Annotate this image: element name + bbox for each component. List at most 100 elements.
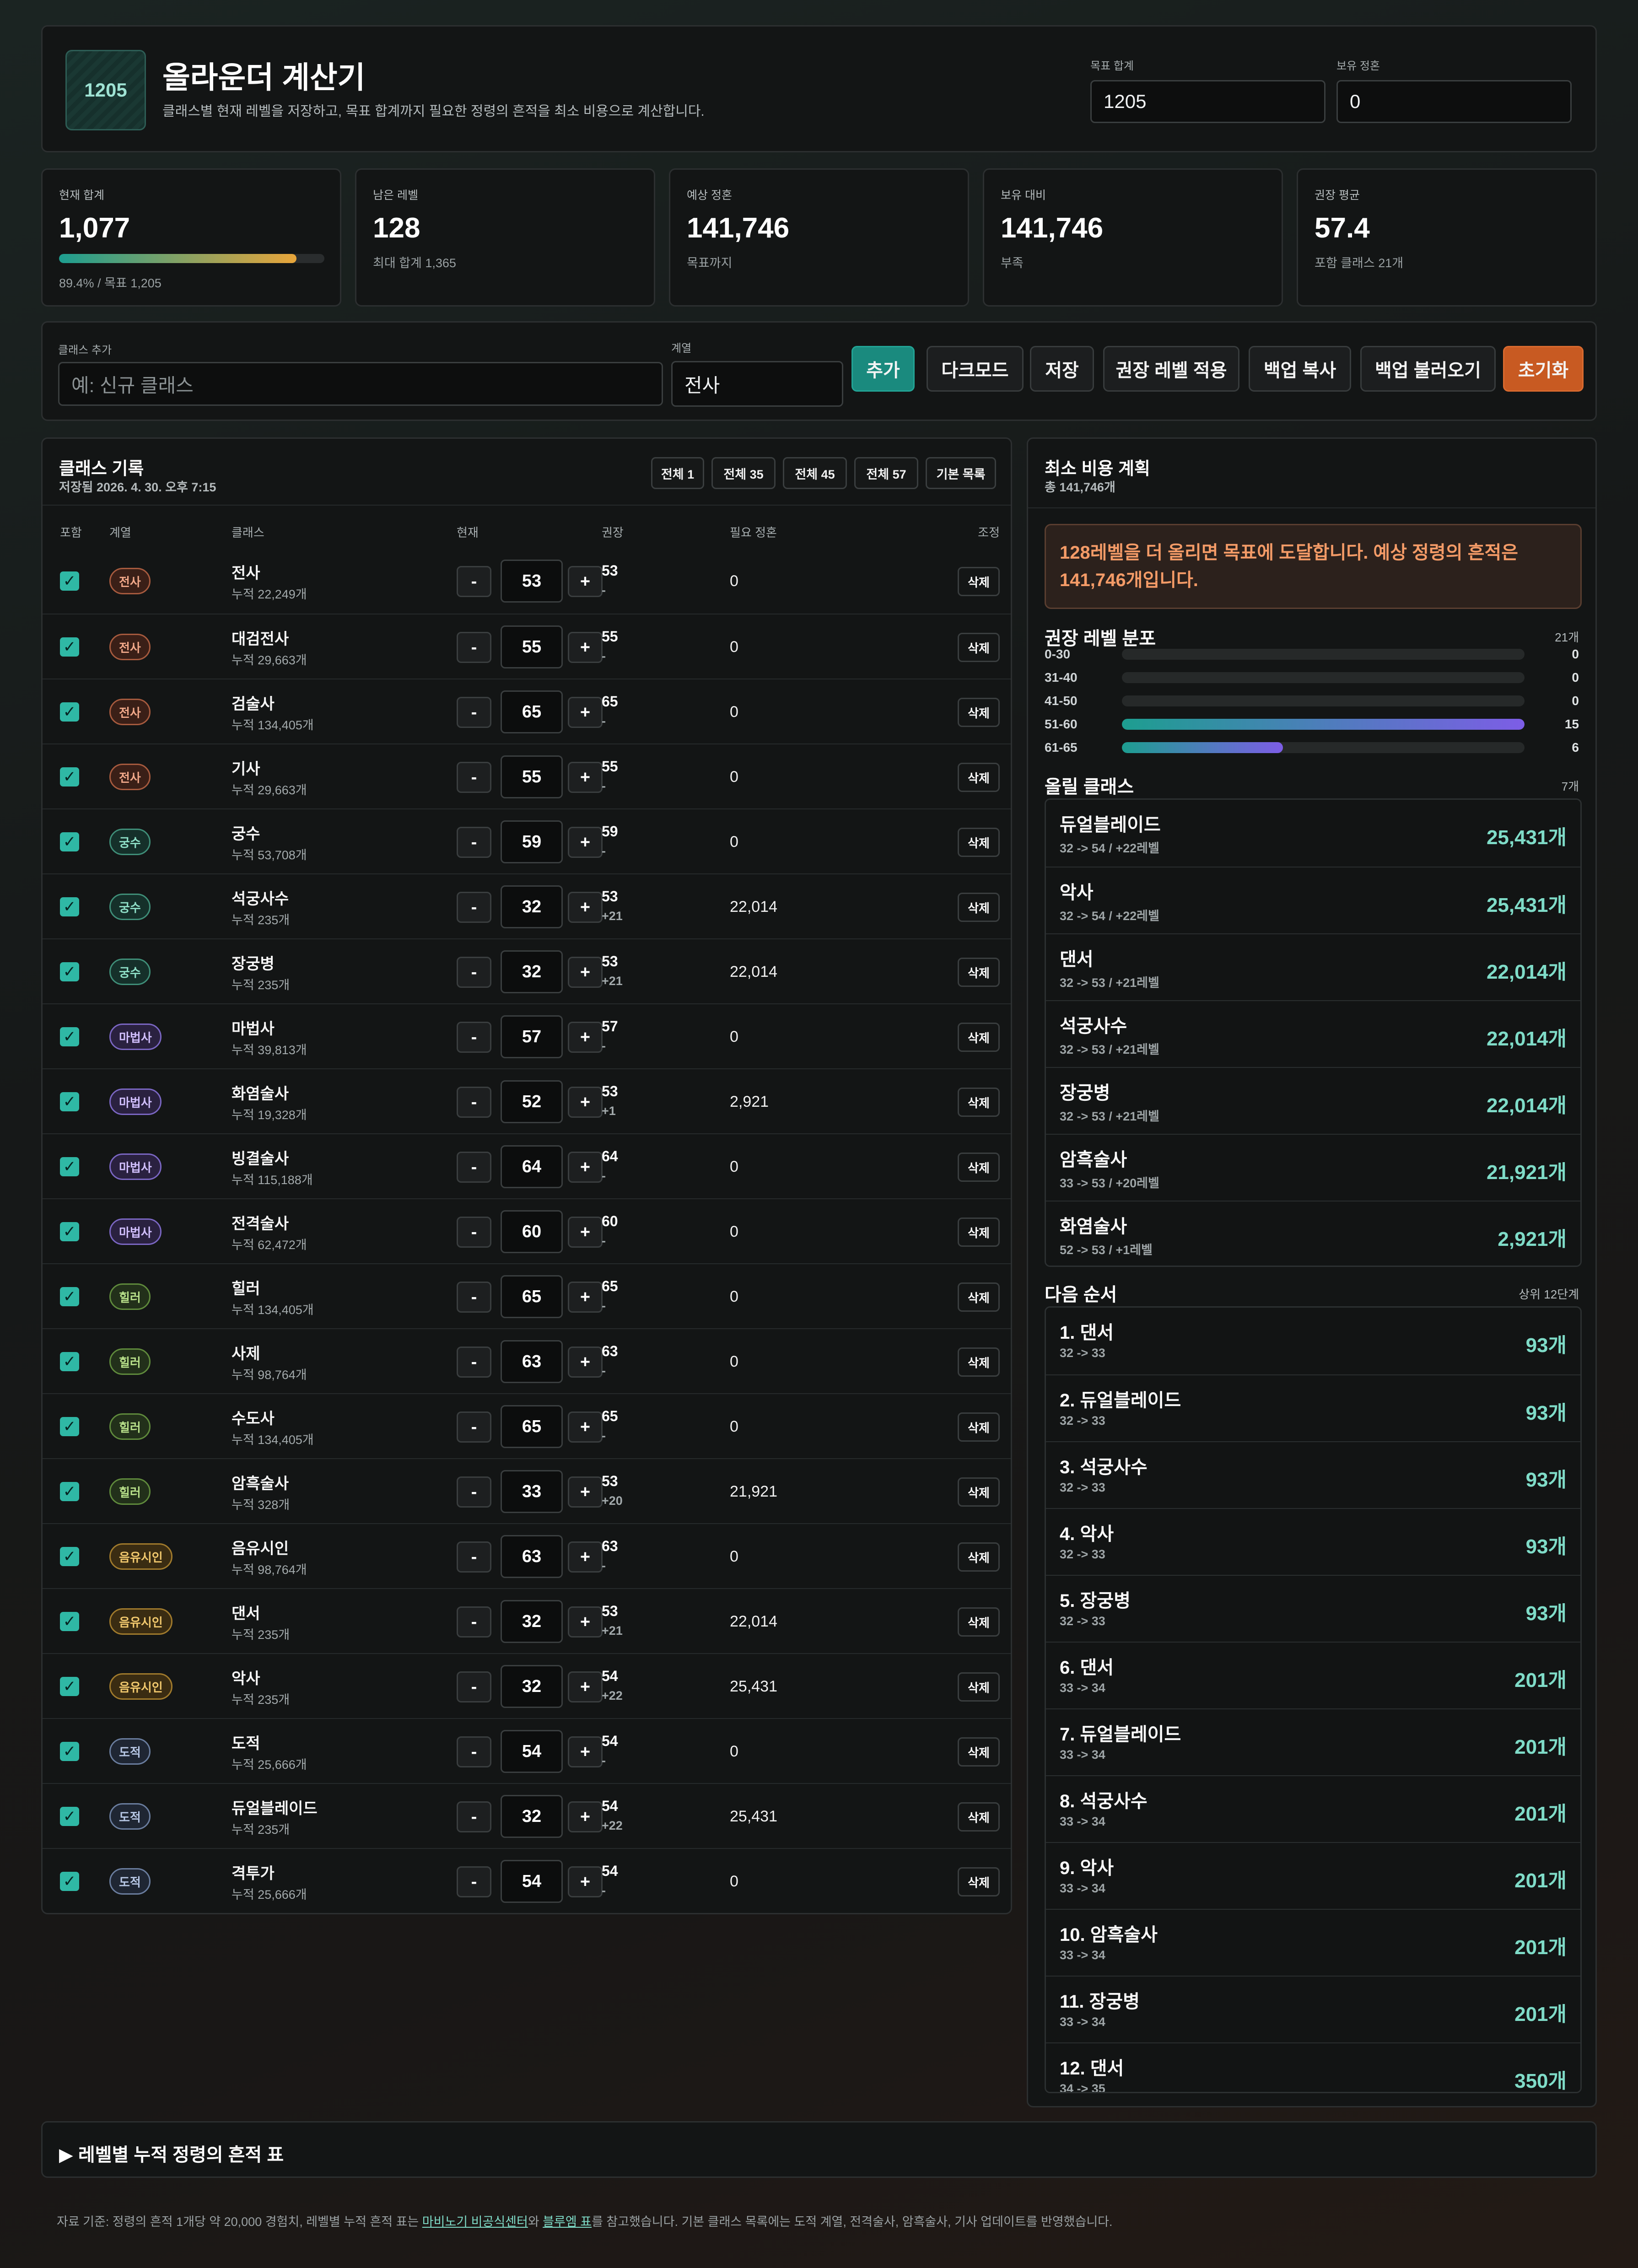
increment-button[interactable]: + bbox=[568, 1282, 603, 1313]
decrement-button[interactable]: - bbox=[457, 892, 491, 923]
level-input[interactable]: 54 bbox=[501, 1730, 563, 1773]
include-checkbox[interactable]: ✓ bbox=[60, 1547, 79, 1566]
include-checkbox[interactable]: ✓ bbox=[60, 1157, 79, 1176]
decrement-button[interactable]: - bbox=[457, 1282, 491, 1313]
decrement-button[interactable]: - bbox=[457, 1476, 491, 1508]
level-input[interactable]: 59 bbox=[501, 820, 563, 863]
decrement-button[interactable]: - bbox=[457, 1866, 491, 1897]
increment-button[interactable]: + bbox=[568, 1411, 603, 1443]
delete-button[interactable]: 삭제 bbox=[958, 633, 1000, 662]
level-input[interactable]: 65 bbox=[501, 1275, 563, 1318]
cumulative-table-toggle[interactable]: ▶ 레벨별 누적 정령의 흔적 표 bbox=[41, 2121, 1597, 2178]
level-input[interactable]: 63 bbox=[501, 1340, 563, 1383]
level-input[interactable]: 52 bbox=[501, 1080, 563, 1123]
reset-button[interactable]: 초기화 bbox=[1503, 346, 1584, 392]
level-input[interactable]: 32 bbox=[501, 1665, 563, 1708]
include-checkbox[interactable]: ✓ bbox=[60, 1222, 79, 1241]
decrement-button[interactable]: - bbox=[457, 762, 491, 793]
delete-button[interactable]: 삭제 bbox=[958, 1477, 1000, 1507]
delete-button[interactable]: 삭제 bbox=[958, 1542, 1000, 1572]
backup-copy-button[interactable]: 백업 복사 bbox=[1249, 346, 1351, 392]
include-checkbox[interactable]: ✓ bbox=[60, 1417, 79, 1436]
decrement-button[interactable]: - bbox=[457, 1736, 491, 1767]
include-checkbox[interactable]: ✓ bbox=[60, 1482, 79, 1501]
decrement-button[interactable]: - bbox=[457, 1411, 491, 1443]
include-checkbox[interactable]: ✓ bbox=[60, 1352, 79, 1371]
owned-input[interactable]: 0 bbox=[1336, 80, 1572, 123]
include-checkbox[interactable]: ✓ bbox=[60, 897, 79, 916]
increment-button[interactable]: + bbox=[568, 1022, 603, 1053]
level-input[interactable]: 53 bbox=[501, 560, 563, 603]
increment-button[interactable]: + bbox=[568, 762, 603, 793]
decrement-button[interactable]: - bbox=[457, 1022, 491, 1053]
include-checkbox[interactable]: ✓ bbox=[60, 1092, 79, 1111]
decrement-button[interactable]: - bbox=[457, 1347, 491, 1378]
group-select[interactable]: 전사 bbox=[671, 361, 843, 407]
preset-all-35-button[interactable]: 전체 35 bbox=[711, 457, 776, 489]
increment-button[interactable]: + bbox=[568, 892, 603, 923]
level-input[interactable]: 57 bbox=[501, 1015, 563, 1058]
apply-recommended-button[interactable]: 권장 레벨 적용 bbox=[1103, 346, 1239, 392]
preset-all-45-button[interactable]: 전체 45 bbox=[783, 457, 847, 489]
increment-button[interactable]: + bbox=[568, 1541, 603, 1573]
delete-button[interactable]: 삭제 bbox=[958, 958, 1000, 987]
delete-button[interactable]: 삭제 bbox=[958, 1412, 1000, 1442]
delete-button[interactable]: 삭제 bbox=[958, 828, 1000, 857]
dark-mode-button[interactable]: 다크모드 bbox=[927, 346, 1024, 392]
include-checkbox[interactable]: ✓ bbox=[60, 637, 79, 657]
increment-button[interactable]: + bbox=[568, 1801, 603, 1832]
level-input[interactable]: 55 bbox=[501, 755, 563, 798]
level-input[interactable]: 65 bbox=[501, 1405, 563, 1448]
class-name-input[interactable]: 예: 신규 클래스 bbox=[58, 362, 663, 406]
increment-button[interactable]: + bbox=[568, 697, 603, 728]
preset-default-list-button[interactable]: 기본 목록 bbox=[926, 457, 996, 489]
level-input[interactable]: 54 bbox=[501, 1860, 563, 1903]
decrement-button[interactable]: - bbox=[457, 632, 491, 663]
increment-button[interactable]: + bbox=[568, 957, 603, 988]
decrement-button[interactable]: - bbox=[457, 957, 491, 988]
decrement-button[interactable]: - bbox=[457, 1671, 491, 1702]
delete-button[interactable]: 삭제 bbox=[958, 1347, 1000, 1377]
increment-button[interactable]: + bbox=[568, 827, 603, 858]
delete-button[interactable]: 삭제 bbox=[958, 1153, 1000, 1182]
level-input[interactable]: 55 bbox=[501, 625, 563, 668]
decrement-button[interactable]: - bbox=[457, 1606, 491, 1638]
increment-button[interactable]: + bbox=[568, 1671, 603, 1702]
delete-button[interactable]: 삭제 bbox=[958, 1607, 1000, 1637]
level-input[interactable]: 65 bbox=[501, 690, 563, 733]
include-checkbox[interactable]: ✓ bbox=[60, 962, 79, 981]
decrement-button[interactable]: - bbox=[457, 827, 491, 858]
increment-button[interactable]: + bbox=[568, 1152, 603, 1183]
decrement-button[interactable]: - bbox=[457, 1087, 491, 1118]
include-checkbox[interactable]: ✓ bbox=[60, 1677, 79, 1696]
decrement-button[interactable]: - bbox=[457, 1152, 491, 1183]
decrement-button[interactable]: - bbox=[457, 1217, 491, 1248]
increment-button[interactable]: + bbox=[568, 1347, 603, 1378]
level-input[interactable]: 63 bbox=[501, 1535, 563, 1578]
include-checkbox[interactable]: ✓ bbox=[60, 702, 79, 722]
level-input[interactable]: 60 bbox=[501, 1210, 563, 1253]
increment-button[interactable]: + bbox=[568, 632, 603, 663]
increment-button[interactable]: + bbox=[568, 566, 603, 597]
include-checkbox[interactable]: ✓ bbox=[60, 1807, 79, 1826]
delete-button[interactable]: 삭제 bbox=[958, 567, 1000, 596]
increment-button[interactable]: + bbox=[568, 1476, 603, 1508]
level-input[interactable]: 32 bbox=[501, 950, 563, 993]
increment-button[interactable]: + bbox=[568, 1736, 603, 1767]
target-input[interactable]: 1205 bbox=[1090, 80, 1325, 123]
decrement-button[interactable]: - bbox=[457, 697, 491, 728]
delete-button[interactable]: 삭제 bbox=[958, 698, 1000, 727]
include-checkbox[interactable]: ✓ bbox=[60, 1742, 79, 1761]
decrement-button[interactable]: - bbox=[457, 1801, 491, 1832]
delete-button[interactable]: 삭제 bbox=[958, 1088, 1000, 1117]
include-checkbox[interactable]: ✓ bbox=[60, 571, 79, 591]
delete-button[interactable]: 삭제 bbox=[958, 1218, 1000, 1247]
level-input[interactable]: 32 bbox=[501, 1600, 563, 1643]
delete-button[interactable]: 삭제 bbox=[958, 1672, 1000, 1702]
delete-button[interactable]: 삭제 bbox=[958, 1867, 1000, 1896]
delete-button[interactable]: 삭제 bbox=[958, 1737, 1000, 1767]
save-button[interactable]: 저장 bbox=[1030, 346, 1094, 392]
include-checkbox[interactable]: ✓ bbox=[60, 1612, 79, 1631]
delete-button[interactable]: 삭제 bbox=[958, 893, 1000, 922]
include-checkbox[interactable]: ✓ bbox=[60, 1872, 79, 1891]
